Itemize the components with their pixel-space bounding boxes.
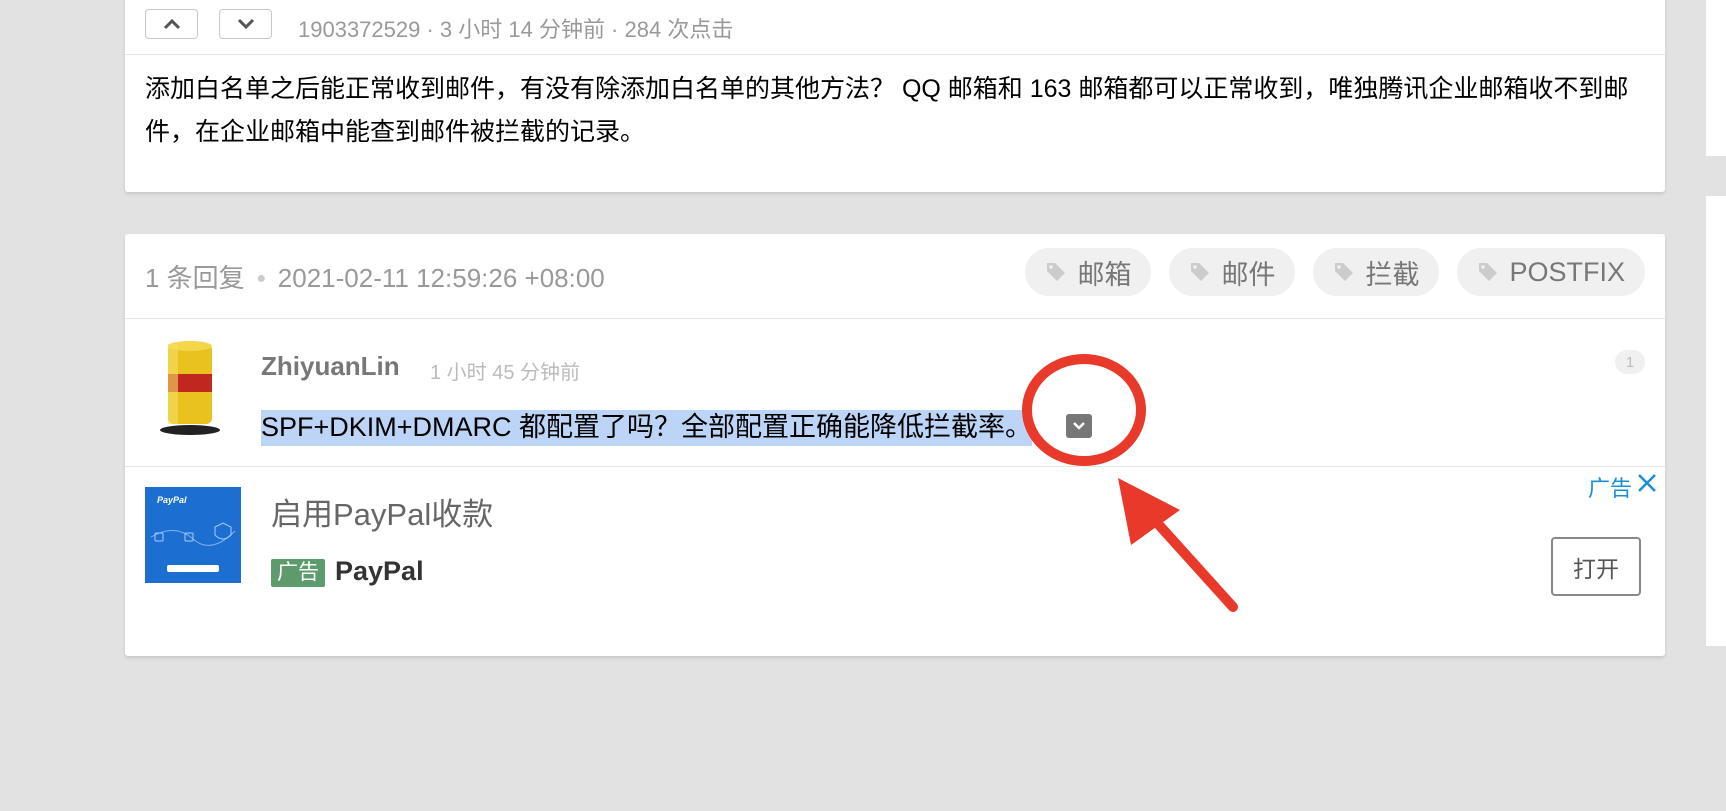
annotation-arrow-shaft	[1145, 510, 1238, 612]
annotation-circle	[1022, 354, 1146, 466]
annotation-overlay	[1022, 354, 1238, 612]
